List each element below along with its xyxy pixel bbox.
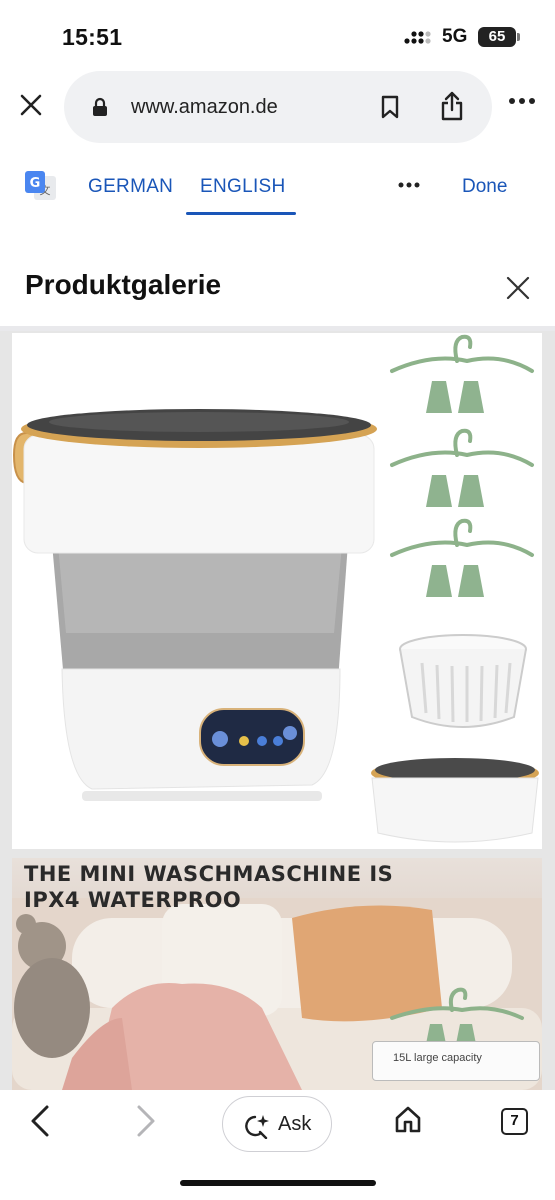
image-heading-line-2: IPX4 WATERPROO (24, 888, 242, 912)
home-icon[interactable] (394, 1105, 422, 1133)
ask-button[interactable]: Ask (222, 1096, 332, 1152)
washing-machine-illustration (12, 334, 539, 843)
product-image-washing-machine[interactable] (12, 333, 542, 849)
battery-icon: 65 (478, 27, 520, 47)
back-icon[interactable] (28, 1104, 52, 1138)
url-text[interactable]: www.amazon.de (131, 96, 278, 119)
translate-bar: 文 G GERMAN ENGLISH Done (0, 160, 555, 220)
image-heading-line-1: THE MINI WASCHMASCHINE IS (24, 862, 394, 886)
done-button[interactable]: Done (462, 176, 507, 198)
share-icon[interactable] (440, 91, 464, 121)
network-type: 5G (442, 26, 468, 47)
home-indicator (180, 1180, 376, 1186)
more-icon[interactable] (508, 97, 536, 105)
bookmark-icon[interactable] (380, 95, 400, 119)
status-time: 15:51 (62, 24, 123, 50)
status-bar: 15:51 5G 65 (0, 0, 555, 70)
tabs-icon[interactable]: 7 (501, 1108, 528, 1135)
ask-label: Ask (278, 1113, 312, 1135)
capacity-label: 15L large capacity (372, 1041, 540, 1081)
image-heading: THE MINI WASCHMASCHINE IS IPX4 WATERPROO (24, 861, 393, 913)
address-bar[interactable]: www.amazon.de (64, 71, 492, 143)
tab-english[interactable]: ENGLISH (200, 176, 286, 198)
forward-icon[interactable] (134, 1104, 158, 1138)
close-icon[interactable] (17, 91, 45, 119)
ask-sparkle-icon (245, 1115, 269, 1139)
tab-german[interactable]: GERMAN (88, 176, 173, 198)
close-icon[interactable] (505, 275, 531, 301)
svg-text:G: G (30, 176, 41, 191)
signal-icon (404, 31, 431, 44)
product-image-waterproof[interactable]: THE MINI WASCHMASCHINE IS IPX4 WATERPROO… (12, 858, 542, 1090)
lock-icon (93, 97, 107, 116)
more-icon[interactable] (398, 182, 420, 188)
active-tab-indicator (186, 212, 296, 215)
page-title: Produktgalerie (25, 269, 222, 300)
google-translate-icon: 文 G (25, 171, 56, 200)
